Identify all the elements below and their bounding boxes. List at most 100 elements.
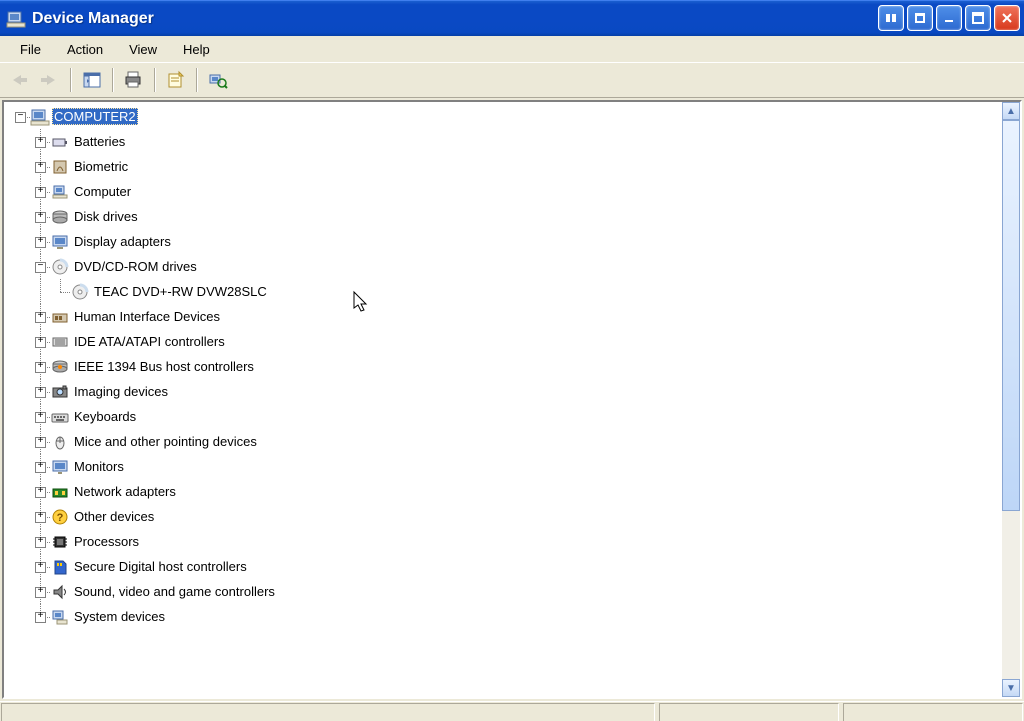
toolbar-scan-hardware-button[interactable]: [204, 66, 232, 94]
tree-expander[interactable]: +: [35, 562, 46, 573]
caption-extra2-button[interactable]: [907, 5, 933, 31]
tree-expander[interactable]: +: [35, 387, 46, 398]
vertical-scrollbar[interactable]: ▲ ▼: [1002, 102, 1020, 697]
tree-expander[interactable]: +: [35, 337, 46, 348]
tree-node-label[interactable]: Computer: [72, 183, 133, 200]
minimize-button[interactable]: [936, 5, 962, 31]
tree-node-row[interactable]: + Computer: [10, 179, 1002, 204]
tree-expander[interactable]: +: [35, 237, 46, 248]
cpu-icon: [50, 532, 70, 552]
tree-node-label[interactable]: Biometric: [72, 158, 130, 175]
toolbar-console-tree-button[interactable]: [78, 66, 106, 94]
tree-expander[interactable]: +: [35, 612, 46, 623]
tree-child-label[interactable]: TEAC DVD+-RW DVW28SLC: [92, 283, 269, 300]
menu-file[interactable]: File: [8, 39, 53, 60]
tree-node-row[interactable]: + Disk drives: [10, 204, 1002, 229]
tree-expander[interactable]: +: [35, 462, 46, 473]
tree-expander[interactable]: +: [35, 212, 46, 223]
tree-expander[interactable]: +: [35, 437, 46, 448]
toolbar-print-button[interactable]: [120, 66, 148, 94]
tree-node-label[interactable]: Keyboards: [72, 408, 138, 425]
tree-node-row[interactable]: + Imaging devices: [10, 379, 1002, 404]
tree-connector: +: [30, 604, 50, 629]
toolbar-separator: [112, 68, 114, 92]
tree-expander[interactable]: +: [35, 487, 46, 498]
tree-node-label[interactable]: System devices: [72, 608, 167, 625]
tree-expander[interactable]: +: [35, 362, 46, 373]
tree-node-row[interactable]: + Batteries: [10, 129, 1002, 154]
tree-node-label[interactable]: Imaging devices: [72, 383, 170, 400]
toolbar-forward-button[interactable]: [36, 66, 64, 94]
tree-node-row[interactable]: +?Other devices: [10, 504, 1002, 529]
tree-connector: +: [30, 329, 50, 354]
tree-expander[interactable]: +: [35, 187, 46, 198]
tree-node-label[interactable]: Network adapters: [72, 483, 178, 500]
print-icon: [125, 72, 143, 88]
tree-node-row[interactable]: + Keyboards: [10, 404, 1002, 429]
tree-node-row[interactable]: + Processors: [10, 529, 1002, 554]
tree-node-label[interactable]: Other devices: [72, 508, 156, 525]
scroll-down-button[interactable]: ▼: [1002, 679, 1020, 697]
tree-expander[interactable]: −: [15, 112, 26, 123]
tree-expander[interactable]: −: [35, 262, 46, 273]
scroll-track[interactable]: [1002, 120, 1020, 679]
tree-node-row[interactable]: + Secure Digital host controllers: [10, 554, 1002, 579]
tree-connector: [10, 129, 30, 154]
tree-node-row[interactable]: + Biometric: [10, 154, 1002, 179]
tree-node-row[interactable]: + IDE ATA/ATAPI controllers: [10, 329, 1002, 354]
tree-expander[interactable]: +: [35, 512, 46, 523]
tree-expander[interactable]: +: [35, 137, 46, 148]
tree-node-label[interactable]: Disk drives: [72, 208, 140, 225]
tree-node-label[interactable]: Human Interface Devices: [72, 308, 222, 325]
tree-node-row[interactable]: + Display adapters: [10, 229, 1002, 254]
tree-node-label[interactable]: Monitors: [72, 458, 126, 475]
tree-node-row[interactable]: + Human Interface Devices: [10, 304, 1002, 329]
tree-expander[interactable]: +: [35, 587, 46, 598]
tree-root-label[interactable]: COMPUTER2: [52, 108, 138, 125]
tree-expander[interactable]: +: [35, 312, 46, 323]
tree-expander[interactable]: +: [35, 412, 46, 423]
tree-expander[interactable]: +: [35, 162, 46, 173]
tree-connector: [10, 554, 30, 579]
tree-node-row[interactable]: + IEEE 1394 Bus host controllers: [10, 354, 1002, 379]
app-icon: [6, 9, 26, 29]
status-pane-2: [659, 703, 839, 721]
menubar: File Action View Help: [0, 36, 1024, 62]
tree-node-label[interactable]: Batteries: [72, 133, 127, 150]
toolbar-properties-button[interactable]: [162, 66, 190, 94]
unknown-icon: ?: [50, 507, 70, 527]
scroll-up-button[interactable]: ▲: [1002, 102, 1020, 120]
maximize-button[interactable]: [965, 5, 991, 31]
device-tree[interactable]: −COMPUTER2+Batteries+Biometric+Computer+…: [4, 102, 1002, 697]
tree-root-row[interactable]: − COMPUTER2: [10, 104, 1002, 129]
cd-icon: [50, 257, 70, 277]
tree-connector: +: [30, 554, 50, 579]
tree-node-label[interactable]: IDE ATA/ATAPI controllers: [72, 333, 227, 350]
tree-node-row[interactable]: + System devices: [10, 604, 1002, 629]
tree-node-row[interactable]: − DVD/CD-ROM drives: [10, 254, 1002, 279]
tree-node-label[interactable]: Processors: [72, 533, 141, 550]
cd-icon: [70, 282, 90, 302]
tree-node-row[interactable]: + Monitors: [10, 454, 1002, 479]
scroll-thumb[interactable]: [1002, 120, 1020, 511]
tree-node-label[interactable]: Secure Digital host controllers: [72, 558, 249, 575]
forward-arrow-icon: [41, 73, 59, 87]
tree-node-label[interactable]: DVD/CD-ROM drives: [72, 258, 199, 275]
menu-action[interactable]: Action: [55, 39, 115, 60]
tree-node-label[interactable]: IEEE 1394 Bus host controllers: [72, 358, 256, 375]
statusbar: [0, 701, 1024, 721]
tree-node-label[interactable]: Display adapters: [72, 233, 173, 250]
tree-connector: [10, 304, 30, 329]
menu-view[interactable]: View: [117, 39, 169, 60]
tree-node-label[interactable]: Mice and other pointing devices: [72, 433, 259, 450]
toolbar-back-button[interactable]: [6, 66, 34, 94]
tree-node-row[interactable]: + Network adapters: [10, 479, 1002, 504]
close-button[interactable]: [994, 5, 1020, 31]
tree-expander[interactable]: +: [35, 537, 46, 548]
tree-node-row[interactable]: + Mice and other pointing devices: [10, 429, 1002, 454]
tree-child-row[interactable]: TEAC DVD+-RW DVW28SLC: [10, 279, 1002, 304]
menu-help[interactable]: Help: [171, 39, 222, 60]
caption-extra1-button[interactable]: [878, 5, 904, 31]
tree-node-label[interactable]: Sound, video and game controllers: [72, 583, 277, 600]
tree-node-row[interactable]: + Sound, video and game controllers: [10, 579, 1002, 604]
